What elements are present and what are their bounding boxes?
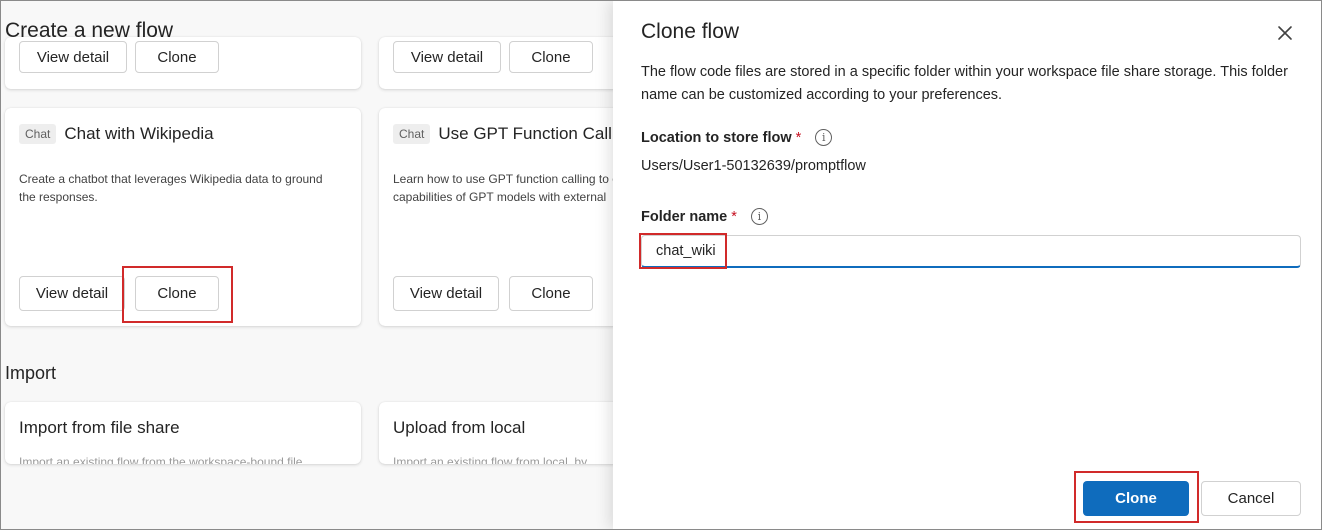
card-description: Create a chatbot that leverages Wikipedi… <box>19 172 323 204</box>
card-description: Import an existing flow from the workspa… <box>19 455 303 464</box>
template-card-gpt-function-calling: Chat Use GPT Function Calling Learn how … <box>379 108 613 326</box>
required-marker: * <box>731 208 737 225</box>
close-icon[interactable] <box>1273 21 1297 45</box>
view-detail-button[interactable]: View detail <box>393 41 501 73</box>
template-card-chat-with-wikipedia: Chat Chat with Wikipedia Create a chatbo… <box>5 108 361 326</box>
view-detail-button[interactable]: View detail <box>19 41 127 73</box>
template-card-top-1: View detail Clone <box>5 37 361 89</box>
view-detail-button[interactable]: View detail <box>19 276 125 311</box>
panel-description: The flow code files are stored in a spec… <box>641 64 1288 103</box>
card-header: Upload from local <box>393 418 525 438</box>
card-description: Learn how to use GPT function calling to… <box>393 172 613 204</box>
card-title: Chat with Wikipedia <box>64 124 214 143</box>
card-title: Use GPT Function Calling <box>438 124 613 143</box>
info-icon[interactable]: i <box>815 129 833 146</box>
import-card-file-share[interactable]: Import from file share Import an existin… <box>5 402 361 464</box>
info-icon[interactable]: i <box>750 208 768 225</box>
clone-button[interactable]: Clone <box>135 41 219 73</box>
folder-name-field-label: Folder name * i <box>641 208 768 225</box>
folder-name-input[interactable] <box>641 235 1301 268</box>
create-flow-page: Create a new flow View detail Clone View… <box>1 1 613 529</box>
location-label-text: Location to store flow <box>641 129 792 146</box>
card-header: Chat Chat with Wikipedia <box>19 124 214 144</box>
import-section-title: Import <box>5 363 57 383</box>
view-detail-button[interactable]: View detail <box>393 276 499 311</box>
screenshot-frame: Create a new flow View detail Clone View… <box>0 0 1322 530</box>
type-chip: Chat <box>393 124 431 144</box>
type-chip: Chat <box>19 124 57 144</box>
card-header: Chat Use GPT Function Calling <box>393 124 613 144</box>
card-description: Import an existing flow from local, by <box>393 455 588 464</box>
location-value: Users/User1-50132639/promptflow <box>641 158 866 174</box>
import-card-upload-local[interactable]: Upload from local Import an existing flo… <box>379 402 613 464</box>
folder-name-label-text: Folder name <box>641 208 728 225</box>
card-title: Import from file share <box>19 418 180 437</box>
template-card-top-2: View detail Clone <box>379 37 613 89</box>
clone-submit-button[interactable]: Clone <box>1083 481 1189 516</box>
clone-button[interactable]: Clone <box>509 41 593 73</box>
cancel-button[interactable]: Cancel <box>1201 481 1301 516</box>
card-header: Import from file share <box>19 418 180 438</box>
clone-button[interactable]: Clone <box>509 276 593 311</box>
card-title: Upload from local <box>393 418 526 437</box>
panel-title: Clone flow <box>641 20 740 43</box>
clone-flow-panel: Clone flow The flow code files are store… <box>613 1 1321 529</box>
clone-button[interactable]: Clone <box>135 276 219 311</box>
location-field-label: Location to store flow * i <box>641 129 833 146</box>
required-marker: * <box>795 129 802 146</box>
